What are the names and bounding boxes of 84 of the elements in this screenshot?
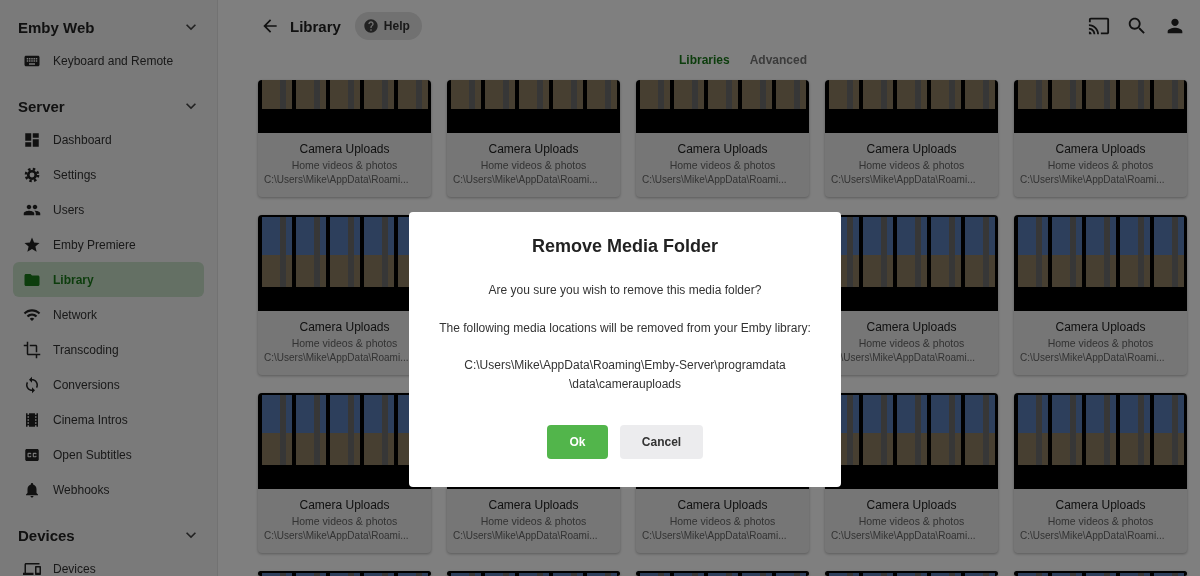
card-path: C:\Users\Mike\AppData\Roami... (264, 174, 409, 185)
sidebar-item[interactable]: Keyboard and Remote (13, 43, 204, 78)
sidebar-item[interactable]: Cinema Intros (13, 402, 204, 437)
card-title: Camera Uploads (299, 320, 390, 334)
library-card[interactable]: Camera Uploads Home videos & photos C:\Users\Mike\AppData\Roami... (636, 80, 809, 197)
card-subtitle: Home videos & photos (480, 515, 587, 527)
dialog-title: Remove Media Folder (531, 236, 718, 257)
library-card[interactable]: Camera Uploads Home videos & photos C:\Users\Mike\AppData\Roami... (825, 393, 998, 553)
help-icon (362, 18, 379, 34)
card-path: C:\Users\Mike\AppData\Roami... (264, 352, 409, 363)
sidebar-item[interactable]: Network (13, 297, 204, 332)
search-icon (1126, 15, 1148, 37)
sidebar-item[interactable]: Conversions (13, 367, 204, 402)
card-subtitle: Home videos & photos (1047, 159, 1154, 171)
sidebar-item[interactable]: Users (13, 192, 204, 227)
library-card[interactable]: Camera Uploads Home videos & photos C:\Users\Mike\AppData\Roami... (258, 393, 431, 553)
card-title: Camera Uploads (677, 498, 768, 512)
sidebar-item[interactable]: Library (13, 262, 204, 297)
sidebar-item[interactable]: Webhooks (13, 472, 204, 507)
card-title: Camera Uploads (866, 320, 957, 334)
folder-path: C:\Users\Mike\AppData\Roaming\Emby-Server\programdata (464, 358, 786, 372)
card-title: Camera Uploads (866, 142, 957, 156)
card-path: C:\Users\Mike\AppData\Roami... (1020, 174, 1165, 185)
dialog-message: The following media locations will be removed from your Emby library: (439, 321, 811, 335)
cancel-button[interactable]: Cancel (620, 425, 703, 459)
card-subtitle: Home videos & photos (291, 337, 398, 349)
library-card[interactable]: Camera Uploads Home videos & photos C:\Users\Mike\AppData\Roami... (1014, 80, 1187, 197)
card-title: Camera Uploads (488, 142, 579, 156)
sidebar-item[interactable]: Transcoding (13, 332, 204, 367)
card-subtitle: Home videos & photos (669, 515, 776, 527)
section-title: Server (18, 97, 65, 115)
card-path: C:\Users\Mike\AppData\Roami... (453, 174, 598, 185)
card-path: C:\Users\Mike\AppData\Roami... (264, 530, 409, 541)
crop-icon (23, 340, 41, 359)
card-path: C:\Users\Mike\AppData\Roami... (831, 174, 976, 185)
section-title: Devices (18, 526, 75, 544)
sync-icon (23, 375, 41, 394)
card-path: C:\Users\Mike\AppData\Roami... (453, 530, 598, 541)
card-title: Camera Uploads (299, 142, 390, 156)
card-path: C:\Users\Mike\AppData\Roami... (831, 530, 976, 541)
card-title: Camera Uploads (866, 498, 957, 512)
dialog-message: Are you sure you wish to remove this media folder? (488, 283, 762, 297)
card-title: Camera Uploads (299, 498, 390, 512)
tab[interactable]: Libraries (678, 53, 730, 67)
tab[interactable]: Advanced (749, 53, 808, 67)
card-subtitle: Home videos & photos (669, 159, 776, 171)
card-subtitle: Home videos & photos (858, 337, 965, 349)
card-path: C:\Users\Mike\AppData\Roami... (642, 530, 787, 541)
settings-icon (23, 165, 41, 184)
bell-icon (23, 480, 41, 499)
card-path: C:\Users\Mike\AppData\Roami... (1020, 530, 1165, 541)
card-subtitle: Home videos & photos (291, 159, 398, 171)
ok-button[interactable]: Ok (547, 425, 608, 459)
card-subtitle: Home videos & photos (1047, 337, 1154, 349)
tiles-icon (23, 130, 41, 149)
card-path: C:\Users\Mike\AppData\Roami... (642, 174, 787, 185)
card-subtitle: Home videos & photos (291, 515, 398, 527)
sidebar-item[interactable]: Emby Premiere (13, 227, 204, 262)
folder-path: \data\camerauploads (568, 377, 682, 391)
sidebar-item[interactable]: Devices (13, 551, 204, 576)
sidebar-item[interactable]: Settings (13, 157, 204, 192)
library-card[interactable]: Camera Uploads Home videos & photos C:\Users\Mike\AppData\Roami... (825, 80, 998, 197)
cast-icon (1088, 15, 1110, 37)
page-title: Library (290, 17, 341, 35)
sidebar-item[interactable]: Open Subtitles (13, 437, 204, 472)
film-icon (23, 410, 41, 429)
card-subtitle: Home videos & photos (480, 159, 587, 171)
card-title: Camera Uploads (1055, 320, 1146, 334)
card-title: Camera Uploads (677, 142, 768, 156)
library-card[interactable]: Camera Uploads Home videos & photos C:\Users\Mike\AppData\Roami... (1014, 393, 1187, 553)
library-card[interactable]: Camera Uploads Home videos & photos C:\Users\Mike\AppData\Roami... (258, 80, 431, 197)
card-subtitle: Home videos & photos (1047, 515, 1154, 527)
card-title: Camera Uploads (1055, 498, 1146, 512)
card-title: Camera Uploads (1055, 142, 1146, 156)
card-title: Camera Uploads (488, 498, 579, 512)
card-path: \Users\Mike\AppData\Roami... (840, 352, 975, 363)
library-card[interactable]: Camera Uploads Home videos & photos C:\Users\Mike\AppData\Roami... (1014, 215, 1187, 375)
sidebar-item[interactable]: Dashboard (13, 122, 204, 157)
section-title: Emby Web (18, 18, 95, 36)
card-subtitle: Home videos & photos (858, 515, 965, 527)
help-button[interactable]: Help (354, 12, 422, 40)
card-path: C:\Users\Mike\AppData\Roami... (1020, 352, 1165, 363)
card-subtitle: Home videos & photos (858, 159, 965, 171)
library-card[interactable]: Camera Uploads Home videos & photos C:\Users\Mike\AppData\Roami... (447, 80, 620, 197)
